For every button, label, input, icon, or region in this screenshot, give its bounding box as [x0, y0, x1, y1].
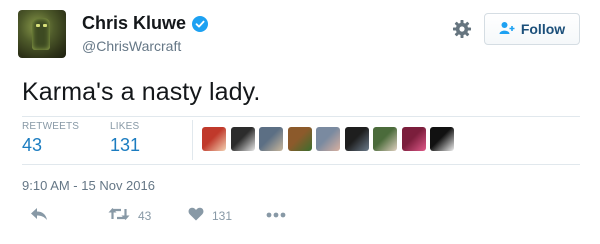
stats-top-divider	[22, 116, 580, 117]
user-handle[interactable]: @ChrisWarcraft	[82, 38, 181, 54]
liker-avatar-4[interactable]	[287, 127, 312, 151]
retweet-button[interactable]: 43	[108, 207, 151, 224]
reply-icon	[30, 207, 48, 224]
retweet-icon	[108, 207, 130, 224]
retweets-count: 43	[22, 135, 43, 155]
follow-button-label: Follow	[520, 21, 566, 37]
follow-button[interactable]: Follow	[484, 13, 580, 45]
likes-label: LIKES	[110, 121, 140, 132]
liker-avatar-9[interactable]	[430, 127, 454, 151]
more-button[interactable]	[266, 207, 286, 221]
retweet-count: 43	[138, 208, 152, 223]
heart-icon	[188, 207, 204, 224]
avatar-figure	[32, 18, 50, 50]
user-display-name[interactable]: Chris Kluwe	[82, 13, 186, 34]
liker-avatar-8[interactable]	[401, 127, 426, 151]
like-count: 131	[212, 208, 233, 223]
tweet-text: Karma's a nasty lady.	[22, 78, 261, 106]
more-dots-icon	[266, 207, 286, 221]
stats-vertical-divider	[192, 120, 193, 160]
liker-avatar-5[interactable]	[316, 127, 340, 151]
avatar-eye-left	[36, 24, 40, 27]
reply-button[interactable]	[30, 207, 48, 224]
retweets-label: RETWEETS	[22, 121, 80, 132]
add-user-icon	[499, 21, 515, 38]
likes-stat[interactable]: LIKES 131	[110, 121, 140, 156]
stats-bottom-divider	[22, 164, 580, 165]
user-avatar[interactable]	[18, 10, 66, 58]
gear-icon[interactable]	[452, 19, 472, 39]
liker-avatar-3[interactable]	[259, 127, 283, 151]
likes-count: 131	[110, 135, 141, 155]
tweet-timestamp[interactable]: 9:10 AM - 15 Nov 2016	[22, 178, 155, 193]
avatar-eye-right	[43, 24, 47, 27]
retweets-stat[interactable]: RETWEETS 43	[22, 121, 79, 156]
user-name-row: Chris Kluwe	[82, 13, 209, 34]
verified-badge-icon	[192, 15, 209, 32]
like-button[interactable]: 131	[188, 207, 232, 224]
liker-avatar-2[interactable]	[230, 127, 255, 151]
liker-avatar-6[interactable]	[344, 127, 369, 151]
liker-avatar-7[interactable]	[373, 127, 397, 151]
liker-avatar-1[interactable]	[202, 127, 226, 151]
